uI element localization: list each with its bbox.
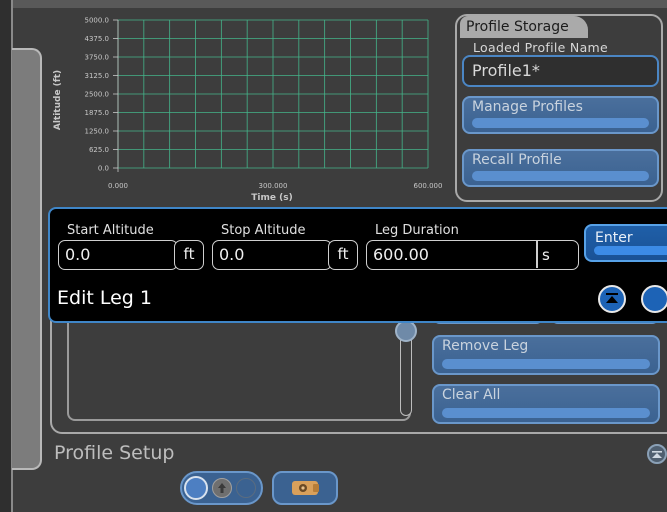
profile-setup-title: Profile Setup bbox=[54, 442, 175, 464]
start-altitude-label: Start Altitude bbox=[67, 223, 154, 238]
unit-divider bbox=[536, 241, 538, 268]
leg-duration-label: Leg Duration bbox=[375, 223, 459, 238]
remove-leg-label: Remove Leg bbox=[442, 338, 529, 354]
recall-profile-label: Recall Profile bbox=[472, 152, 562, 168]
stop-altitude-label: Stop Altitude bbox=[221, 223, 306, 238]
upload-icon bbox=[212, 478, 232, 498]
toggle-empty-indicator bbox=[236, 478, 256, 498]
x-tick-label: 300.000 bbox=[259, 182, 288, 190]
button-highlight bbox=[472, 171, 649, 181]
y-tick-label: 0.0 bbox=[98, 165, 109, 173]
toggle-knob[interactable] bbox=[184, 476, 208, 500]
y-tick-label: 1875.0 bbox=[85, 109, 110, 117]
y-tick-label: 5000.0 bbox=[85, 17, 110, 25]
collapse-panel-button[interactable] bbox=[598, 285, 626, 313]
y-tick-label: 3125.0 bbox=[85, 72, 110, 80]
loaded-profile-field[interactable]: Profile1* bbox=[462, 55, 659, 87]
manage-profiles-button[interactable]: Manage Profiles bbox=[462, 96, 659, 134]
leg-duration-unit: s bbox=[542, 246, 550, 264]
clear-all-label: Clear All bbox=[442, 387, 501, 403]
chart-x-axis-label: Time (s) bbox=[251, 193, 292, 203]
camera-icon bbox=[292, 481, 319, 495]
collapse-up-icon bbox=[606, 293, 618, 303]
button-highlight bbox=[472, 118, 649, 128]
remove-leg-button[interactable]: Remove Leg bbox=[432, 335, 660, 375]
next-leg-button[interactable] bbox=[641, 285, 667, 313]
x-tick-label: 600.000 bbox=[414, 182, 443, 190]
leg-list[interactable] bbox=[67, 318, 411, 421]
top-bar bbox=[0, 0, 667, 8]
stop-altitude-unit: ft bbox=[328, 240, 358, 270]
recall-profile-button[interactable]: Recall Profile bbox=[462, 149, 659, 187]
loaded-profile-label: Loaded Profile Name bbox=[473, 40, 609, 55]
scrollbar-thumb[interactable] bbox=[395, 320, 417, 342]
clear-all-button[interactable]: Clear All bbox=[432, 384, 660, 424]
y-tick-label: 3750.0 bbox=[85, 54, 110, 62]
y-tick-label: 4375.0 bbox=[85, 35, 110, 43]
manage-profiles-label: Manage Profiles bbox=[472, 99, 583, 115]
start-altitude-input[interactable]: 0.0 bbox=[58, 240, 178, 270]
collapse-up-icon[interactable] bbox=[647, 444, 667, 464]
chart-y-axis-label: Altitude (ft) bbox=[53, 70, 63, 130]
enter-label: Enter bbox=[595, 230, 633, 246]
start-altitude-unit: ft bbox=[174, 240, 204, 270]
leg-duration-value: 600.00 bbox=[373, 245, 429, 264]
x-tick-label: 0.000 bbox=[108, 182, 128, 190]
y-tick-label: 1250.0 bbox=[85, 128, 110, 136]
y-tick-label: 625.0 bbox=[89, 146, 109, 154]
y-tick-label: 2500.0 bbox=[85, 91, 110, 99]
camera-button[interactable] bbox=[272, 471, 338, 505]
button-highlight bbox=[442, 359, 650, 369]
edit-leg-title: Edit Leg 1 bbox=[57, 287, 152, 309]
side-panel-tab[interactable] bbox=[12, 48, 42, 470]
button-highlight bbox=[594, 246, 667, 255]
button-highlight bbox=[442, 408, 650, 418]
profile-storage-title: Profile Storage bbox=[460, 16, 588, 38]
enter-button[interactable]: Enter bbox=[584, 224, 667, 262]
stop-altitude-input[interactable]: 0.0 bbox=[212, 240, 332, 270]
altitude-chart: 5000.0 4375.0 3750.0 3125.0 2500.0 1875.0 1250… bbox=[53, 17, 443, 204]
